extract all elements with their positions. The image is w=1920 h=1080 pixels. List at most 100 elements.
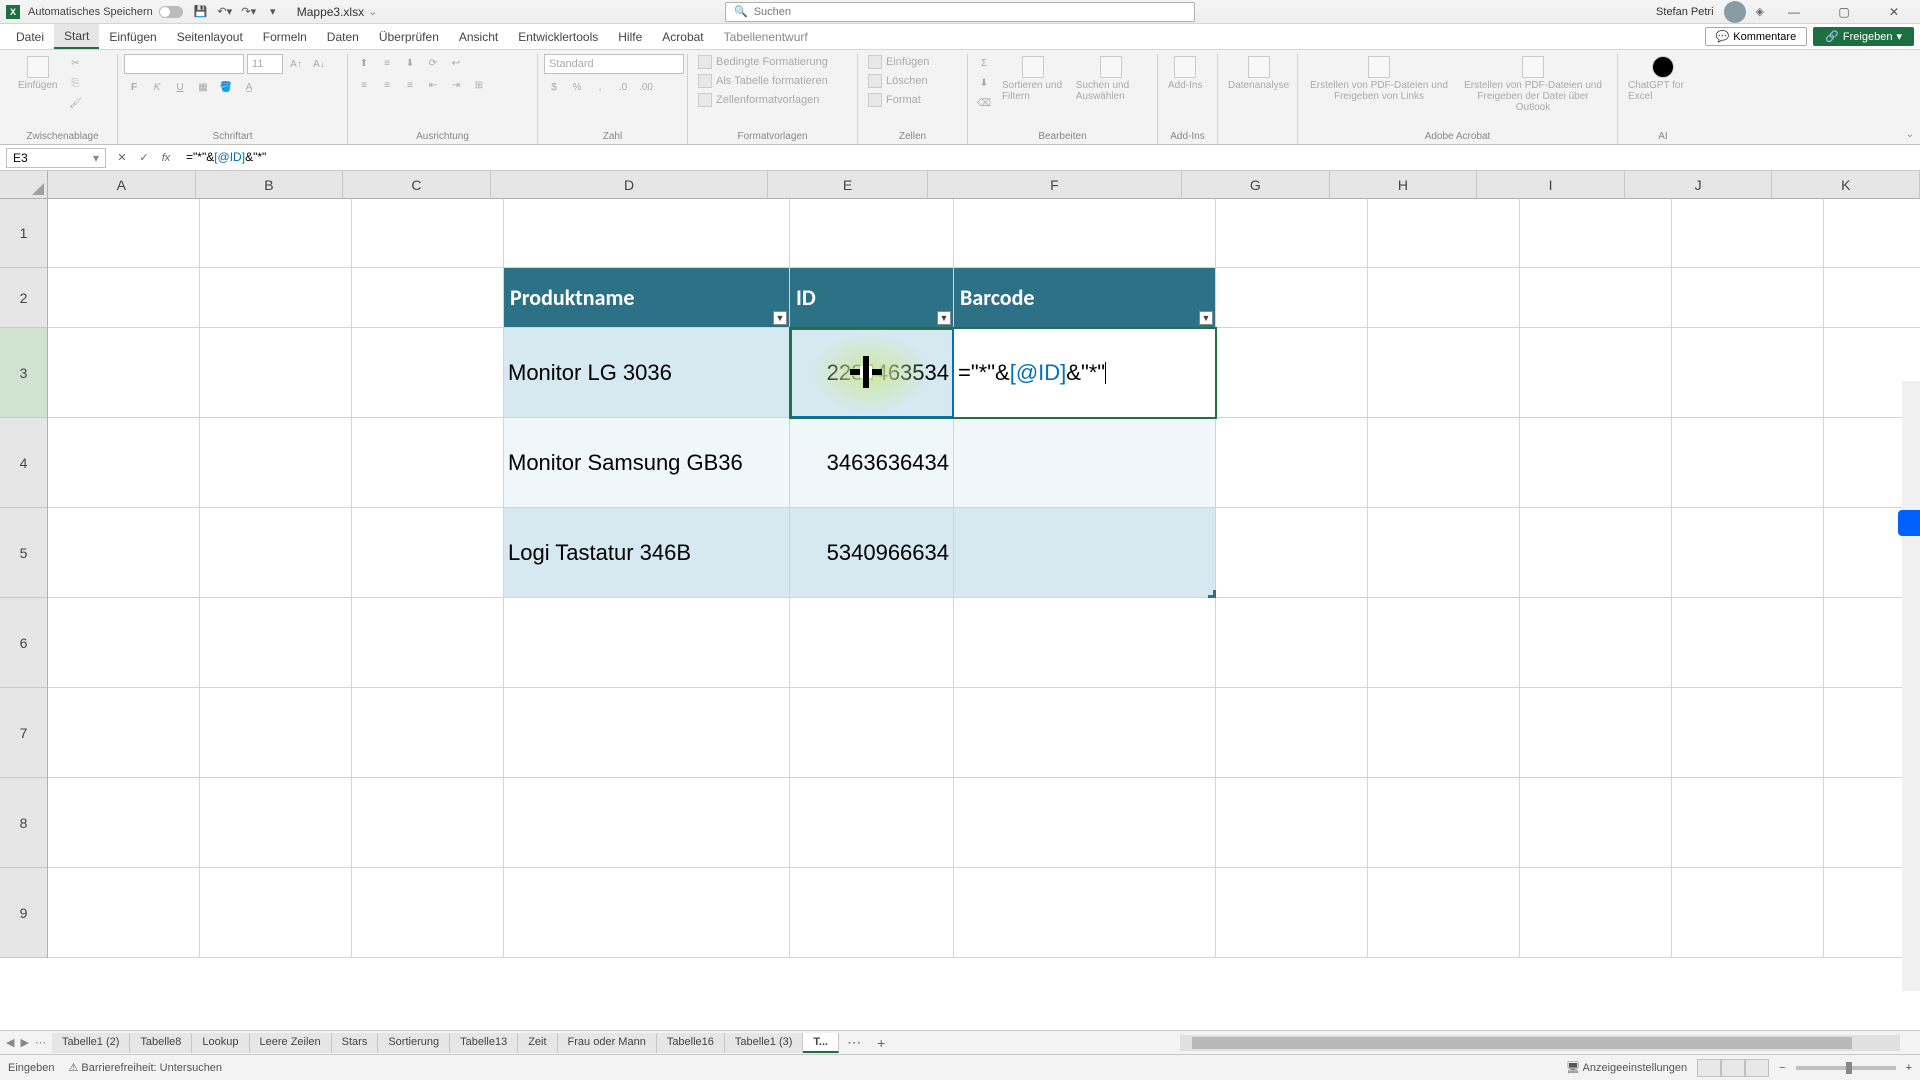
diamond-icon[interactable]: ◈	[1756, 5, 1764, 18]
find-select-button[interactable]: Suchen und Auswählen	[1072, 54, 1151, 104]
cell-A1[interactable]	[48, 199, 200, 268]
cell-I1[interactable]	[1520, 199, 1672, 268]
sort-filter-button[interactable]: Sortieren und Filtern	[998, 54, 1068, 104]
cell-A2[interactable]	[48, 268, 200, 328]
addins-button[interactable]: Add-Ins	[1164, 54, 1206, 93]
cell-B2[interactable]	[200, 268, 352, 328]
cell-B4[interactable]	[200, 418, 352, 508]
sheet-tab[interactable]: Tabelle1 (3)	[725, 1033, 803, 1053]
vertical-scrollbar[interactable]	[1902, 381, 1920, 991]
sheet-tab[interactable]: Stars	[332, 1033, 379, 1053]
cell-H6[interactable]	[1368, 598, 1520, 688]
format-cells-button[interactable]: Format	[864, 92, 925, 108]
row-header-7[interactable]: 7	[0, 688, 47, 778]
table-cell-name-0[interactable]: Monitor LG 3036	[504, 328, 790, 418]
fill-color-button[interactable]: 🪣	[216, 78, 236, 96]
cell-J3[interactable]	[1672, 328, 1824, 418]
table-cell-name-2[interactable]: Logi Tastatur 346B	[504, 508, 790, 598]
increase-font-icon[interactable]: A↑	[286, 55, 306, 73]
user-name[interactable]: Stefan Petri	[1656, 6, 1713, 18]
font-combo[interactable]	[124, 54, 244, 74]
table-cell-id-0[interactable]: 2234463534	[790, 328, 954, 418]
cell-E8[interactable]	[790, 778, 954, 868]
cell-B3[interactable]	[200, 328, 352, 418]
minimize-button[interactable]: —	[1774, 0, 1814, 24]
cell-A5[interactable]	[48, 508, 200, 598]
undo-icon[interactable]: ↶▾	[214, 2, 236, 22]
cell-J8[interactable]	[1672, 778, 1824, 868]
row-header-6[interactable]: 6	[0, 598, 47, 688]
cell-C5[interactable]	[352, 508, 504, 598]
column-header-H[interactable]: H	[1330, 171, 1478, 198]
sheet-tab[interactable]: Tabelle13	[450, 1033, 518, 1053]
cell-I8[interactable]	[1520, 778, 1672, 868]
cell-C6[interactable]	[352, 598, 504, 688]
table-cell-name-1[interactable]: Monitor Samsung GB36	[504, 418, 790, 508]
zoom-in-icon[interactable]: +	[1906, 1062, 1912, 1074]
zoom-out-icon[interactable]: −	[1779, 1062, 1785, 1074]
sheet-tab[interactable]: Tabelle8	[130, 1033, 192, 1053]
font-color-button[interactable]: A̲	[239, 78, 259, 96]
cell-I6[interactable]	[1520, 598, 1672, 688]
wrap-text-icon[interactable]: ↩	[446, 54, 466, 72]
tab-view[interactable]: Ansicht	[449, 24, 508, 49]
fx-icon[interactable]: fx	[156, 148, 176, 168]
cancel-formula-icon[interactable]: ✕	[112, 148, 132, 168]
cell-E1[interactable]	[790, 199, 954, 268]
cell-F8[interactable]	[954, 778, 1216, 868]
comma-icon[interactable]: ,	[590, 78, 610, 96]
cell-B8[interactable]	[200, 778, 352, 868]
format-painter-icon[interactable]: 🖌	[65, 94, 85, 112]
collapse-ribbon-icon[interactable]: ⌄	[1906, 129, 1914, 140]
cell-B7[interactable]	[200, 688, 352, 778]
cell-B5[interactable]	[200, 508, 352, 598]
decrease-decimal-icon[interactable]: .00	[636, 78, 656, 96]
cell-K1[interactable]	[1824, 199, 1920, 268]
sheet-prev-icon[interactable]: ◀	[6, 1036, 14, 1049]
tab-insert[interactable]: Einfügen	[99, 24, 166, 49]
cell-D9[interactable]	[504, 868, 790, 958]
column-header-J[interactable]: J	[1625, 171, 1773, 198]
cell-F6[interactable]	[954, 598, 1216, 688]
increase-decimal-icon[interactable]: .0	[613, 78, 633, 96]
table-header-e[interactable]: ID▼	[790, 268, 954, 328]
save-icon[interactable]: 💾	[190, 2, 212, 22]
tab-formulas[interactable]: Formeln	[253, 24, 317, 49]
tab-review[interactable]: Überprüfen	[369, 24, 449, 49]
decrease-font-icon[interactable]: A↓	[309, 55, 329, 73]
tab-file[interactable]: Datei	[6, 24, 54, 49]
tab-tabledesign[interactable]: Tabellenentwurf	[714, 24, 818, 49]
row-header-9[interactable]: 9	[0, 868, 47, 958]
orientation-icon[interactable]: ⟳	[423, 54, 443, 72]
cell-D7[interactable]	[504, 688, 790, 778]
cell-I2[interactable]	[1520, 268, 1672, 328]
cell-K2[interactable]	[1824, 268, 1920, 328]
cell-I3[interactable]	[1520, 328, 1672, 418]
merge-icon[interactable]: ⊞	[469, 76, 489, 94]
cell-A6[interactable]	[48, 598, 200, 688]
comments-button[interactable]: 💬 Kommentare	[1705, 27, 1808, 46]
cell-J7[interactable]	[1672, 688, 1824, 778]
cell-A3[interactable]	[48, 328, 200, 418]
cell-C2[interactable]	[352, 268, 504, 328]
sheet-tab[interactable]: Zeit	[518, 1033, 557, 1053]
cell-C7[interactable]	[352, 688, 504, 778]
column-header-K[interactable]: K	[1772, 171, 1920, 198]
sheet-tab[interactable]: T...	[803, 1033, 839, 1053]
cell-G9[interactable]	[1216, 868, 1368, 958]
filter-icon[interactable]: ▼	[937, 311, 951, 325]
cell-H8[interactable]	[1368, 778, 1520, 868]
sheet-next-icon[interactable]: ▶	[20, 1036, 28, 1049]
cell-A9[interactable]	[48, 868, 200, 958]
confirm-formula-icon[interactable]: ✓	[134, 148, 154, 168]
cell-J9[interactable]	[1672, 868, 1824, 958]
search-input[interactable]	[754, 6, 1186, 18]
row-header-2[interactable]: 2	[0, 268, 47, 328]
sheet-nav[interactable]: ◀▶⋯	[0, 1036, 52, 1049]
cell-styles-button[interactable]: Zellenformatvorlagen	[694, 92, 823, 108]
cell-J2[interactable]	[1672, 268, 1824, 328]
tab-pagelayout[interactable]: Seitenlayout	[167, 24, 253, 49]
name-box[interactable]: E3▾	[6, 148, 106, 168]
cell-J4[interactable]	[1672, 418, 1824, 508]
bold-button[interactable]: F	[124, 78, 144, 96]
